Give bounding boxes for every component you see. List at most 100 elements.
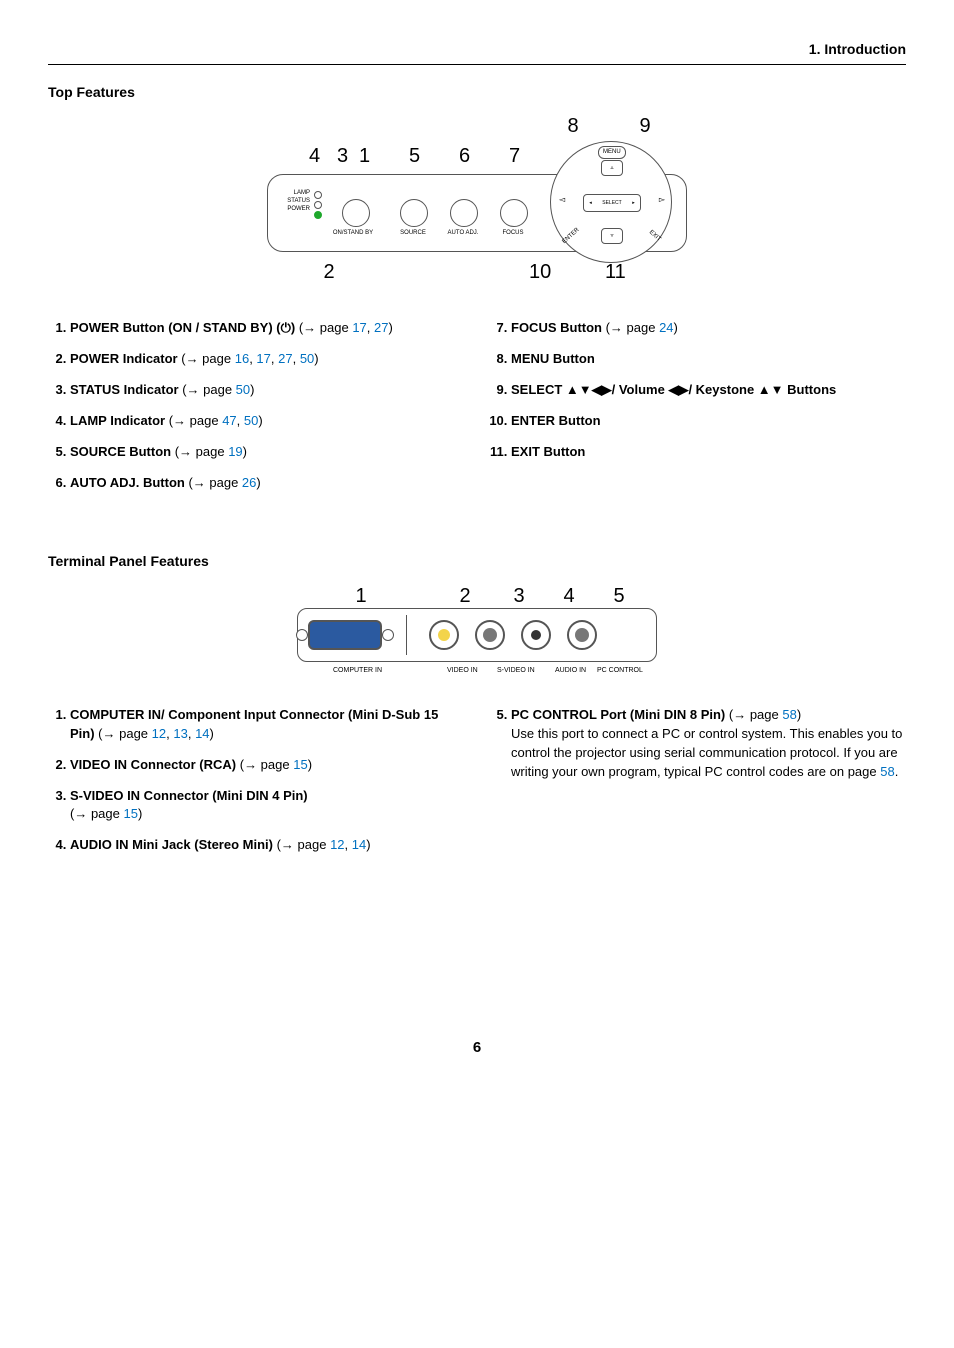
term-item-5-tail: (→ page [725,707,782,722]
feature-item-tail: (→ page [178,351,235,366]
term-label-computer: COMPUTER IN [333,666,382,676]
diag-focus-button [500,199,528,227]
diag-label-power: POWER [276,205,310,213]
feature-item: SELECT ▲▼◀▶/ Volume ◀▶/ Keystone ▲▼ Butt… [511,381,906,400]
page-link[interactable]: 26 [242,475,256,490]
term-callout-3: 3 [509,582,529,610]
link-separator: , [345,837,352,852]
feature-item-title: VIDEO IN Connector (RCA) [70,757,236,772]
feature-item: S-VIDEO IN Connector (Mini DIN 4 Pin)(→ … [70,787,465,825]
feature-item-title: LAMP Indicator [70,413,165,428]
diag-label-autoadj: AUTO ADJ. [438,229,488,237]
diag-label-status: STATUS [276,197,310,205]
term-callout-5: 5 [609,582,629,610]
led-power [314,211,322,219]
diag-dpad: MENU ▵ ◂SELECT▸ ▿ ◅ ▻ ENTER EXIT [550,141,672,263]
page-link[interactable]: 13 [173,726,187,741]
callout-3: 3 [337,142,348,170]
feature-item-close: ) [250,382,254,397]
callout-2: 2 [319,258,339,286]
diag-dpad-mid: ◂SELECT▸ [583,194,641,212]
feature-item: FOCUS Button (→ page 24) [511,319,906,338]
led-status [314,201,322,209]
feature-item-tail: (→ page [70,806,123,821]
feature-item-title: POWER Button (ON / STAND BY) (⏻) [70,320,295,335]
page-link[interactable]: 12 [152,726,166,741]
page-link[interactable]: 27 [374,320,388,335]
page-link[interactable]: 17 [352,320,366,335]
term-item-5-bodylink[interactable]: 58 [880,764,894,779]
feature-item: SOURCE Button (→ page 19) [70,443,465,462]
feature-item-tail: (→ page [185,475,242,490]
feature-item-title: AUTO ADJ. Button [70,475,185,490]
port-separator [406,615,407,655]
feature-item: LAMP Indicator (→ page 47, 50) [70,412,465,431]
page-link[interactable]: 50 [300,351,314,366]
callout-9: 9 [635,112,655,140]
diag-source-button [400,199,428,227]
feature-item: AUTO ADJ. Button (→ page 26) [70,474,465,493]
term-label-audio: AUDIO IN [555,666,586,676]
diag-vol-right-icon: ▻ [659,194,665,205]
feature-item-close: ) [256,475,260,490]
feature-item: POWER Button (ON / STAND BY) (⏻) (→ page… [70,319,465,338]
feature-item: ENTER Button [511,412,906,431]
section-title-terminal: Terminal Panel Features [48,552,906,572]
feature-item-title: EXIT Button [511,444,585,459]
page-link[interactable]: 15 [293,757,307,772]
diag-label-onstandby: ON/STAND BY [328,229,378,237]
feature-item-tail: (→ page [295,320,352,335]
page-link[interactable]: 50 [236,382,250,397]
page-link[interactable]: 27 [278,351,292,366]
terminal-panel-body [297,608,657,662]
page-link[interactable]: 15 [123,806,137,821]
port-audio-in [521,620,551,650]
feature-item-tail: (→ page [236,757,293,772]
page-number: 6 [48,1037,906,1058]
link-separator: , [293,351,300,366]
page-link[interactable]: 17 [256,351,270,366]
page-link[interactable]: 12 [330,837,344,852]
feature-item-close: ) [210,726,214,741]
callout-5: 5 [409,142,420,170]
page-link[interactable]: 50 [244,413,258,428]
section-title-top: Top Features [48,83,906,103]
feature-item-tail: (→ page [273,837,330,852]
feature-item: AUDIO IN Mini Jack (Stereo Mini) (→ page… [70,836,465,855]
page-link[interactable]: 14 [195,726,209,741]
feature-item-tail: (→ page [179,382,236,397]
feature-item-close: ) [389,320,393,335]
feature-item-close: ) [674,320,678,335]
page-link[interactable]: 19 [228,444,242,459]
diag-exit-label: EXIT [647,228,663,243]
link-separator: , [188,726,195,741]
page-link[interactable]: 16 [235,351,249,366]
feature-item-close: ) [258,413,262,428]
diag-autoadj-button [450,199,478,227]
terminal-features-right: PC CONTROL Port (Mini DIN 8 Pin) (→ page… [489,706,906,781]
callout-10: 10 [529,258,549,286]
page-link[interactable]: 14 [352,837,366,852]
feature-item-title: MENU Button [511,351,595,366]
term-item-5-link[interactable]: 58 [782,707,796,722]
port-pc-control [567,620,597,650]
port-computer-in [308,620,382,650]
port-svideo-in [475,620,505,650]
page-link[interactable]: 47 [222,413,236,428]
feature-item-tail: (→ page [165,413,222,428]
term-callout-2: 2 [455,582,475,610]
diag-dpad-up: ▵ [601,160,623,176]
term-item-5-body1: Use this port to connect a PC or control… [511,726,902,779]
diag-label-source: SOURCE [388,229,438,237]
term-item-5-close: ) [797,707,801,722]
term-label-pcctl: PC CONTROL [597,666,643,676]
page-link[interactable]: 24 [659,320,673,335]
terminal-features-columns: COMPUTER IN/ Component Input Connector (… [48,706,906,867]
feature-item-title: SOURCE Button [70,444,171,459]
feature-item-close: ) [308,757,312,772]
diag-enter-label: ENTER [561,226,582,246]
feature-item-title: SELECT ▲▼◀▶/ Volume ◀▶/ Keystone ▲▼ Butt… [511,382,836,397]
feature-item: STATUS Indicator (→ page 50) [70,381,465,400]
feature-item: MENU Button [511,350,906,369]
chapter-header: 1. Introduction [48,40,906,60]
